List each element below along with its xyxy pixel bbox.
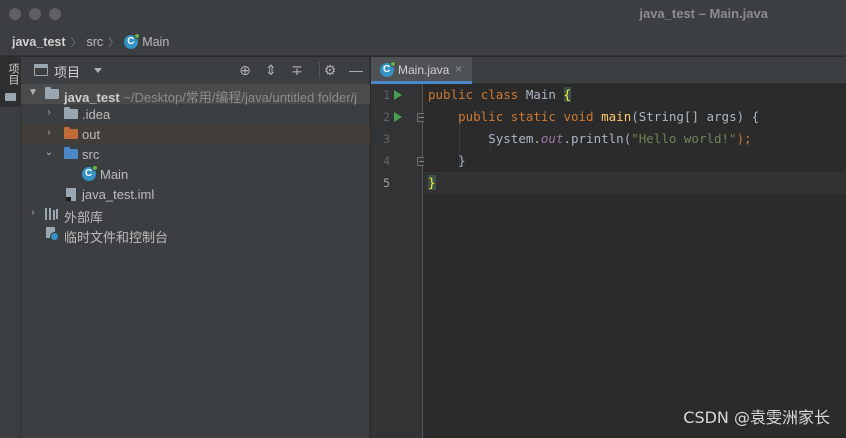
module-folder-icon — [45, 87, 59, 99]
tree-item-label: Main — [100, 167, 129, 182]
java-class-icon — [124, 32, 141, 49]
watermark: CSDN @袁雯洲家长 — [683, 408, 830, 427]
code-editor[interactable]: public class Main { public static void m… — [424, 84, 846, 438]
title-bar: java_test – Main.java — [0, 0, 846, 28]
excluded-folder-icon — [64, 127, 78, 139]
chevron-right-icon[interactable]: › — [43, 107, 55, 119]
run-main-icon[interactable] — [394, 112, 402, 122]
line-number: 2 — [383, 110, 390, 124]
tree-item-path: ~/Desktop/常用/编程/java/untitled folder/j — [123, 90, 358, 105]
breadcrumb-project[interactable]: java_test — [12, 35, 66, 49]
expand-all-icon[interactable]: ⇕ — [263, 62, 279, 78]
current-line-highlight — [424, 172, 846, 194]
tree-item-iml[interactable]: java_test.iml — [21, 184, 370, 204]
chevron-right-icon: 〉 — [70, 36, 82, 49]
scratch-icon — [45, 227, 59, 241]
source-folder-icon — [64, 147, 78, 159]
window-title: java_test – Main.java — [639, 6, 768, 21]
tab-label: Main.java — [398, 63, 450, 77]
tree-item-label: out — [82, 127, 101, 142]
tree-item-scratches[interactable]: 临时文件和控制台 — [21, 224, 370, 245]
tree-item-label: .idea — [82, 107, 111, 122]
project-panel-title[interactable]: 项目 — [54, 62, 80, 81]
chevron-down-icon[interactable] — [94, 68, 102, 73]
tree-item-src[interactable]: ⌄ src — [21, 144, 370, 164]
tree-item-label: src — [82, 147, 100, 162]
line-number: 5 — [383, 176, 390, 190]
tree-item-label: java_test.iml — [82, 187, 155, 202]
code-line-4: } — [458, 153, 466, 168]
folder-icon — [64, 107, 78, 119]
project-view-icon — [34, 64, 48, 76]
java-class-icon — [82, 165, 98, 181]
project-tool-tab[interactable]: 项目 — [0, 57, 21, 107]
line-number: 4 — [383, 154, 390, 168]
line-number: 1 — [383, 88, 390, 102]
breadcrumb-folder[interactable]: src — [87, 35, 104, 49]
breadcrumb-file[interactable]: Main — [142, 35, 169, 49]
java-class-icon — [380, 61, 396, 77]
chevron-right-icon[interactable]: › — [43, 127, 55, 139]
editor-tab-bar: Main.java × — [371, 57, 846, 84]
chevron-right-icon: 〉 — [108, 36, 120, 49]
chevron-down-icon[interactable]: ⌄ — [43, 147, 55, 159]
collapse-all-icon[interactable]: ∓ — [289, 62, 305, 78]
gear-icon[interactable]: ⚙ — [322, 62, 338, 78]
code-line-2: public static void main(String[] args) { — [458, 109, 760, 124]
tree-item-idea[interactable]: › .idea — [21, 104, 370, 124]
project-panel-header: 项目 ⊕ ⇕ ∓ ⚙ — — [21, 57, 370, 84]
project-panel: 项目 ⊕ ⇕ ∓ ⚙ — ▼ java_test ~/Desktop/常用/编程… — [21, 57, 370, 438]
breadcrumb: java_test 〉 src 〉 Main — [0, 28, 846, 56]
module-file-icon — [66, 188, 76, 201]
library-icon — [45, 208, 59, 220]
line-number: 3 — [383, 132, 390, 146]
code-line-5: } — [428, 175, 436, 190]
tree-item-java-test[interactable]: ▼ java_test ~/Desktop/常用/编程/java/untitle… — [21, 84, 370, 105]
chevron-right-icon[interactable]: › — [27, 207, 39, 219]
chevron-down-icon[interactable]: ▼ — [27, 87, 39, 99]
toolbar-divider — [319, 62, 320, 78]
tree-item-main[interactable]: Main — [21, 164, 370, 184]
editor-gutter: 1 2 3 4 5 — [371, 84, 426, 438]
code-line-1: public class Main { — [428, 87, 572, 102]
tree-item-label: 临时文件和控制台 — [64, 230, 169, 245]
locate-icon[interactable]: ⊕ — [237, 62, 253, 78]
tree-item-out[interactable]: › out — [21, 124, 370, 144]
tool-window-stripe: 项目 — [0, 57, 21, 438]
project-tool-tab-label: 项目 — [7, 63, 19, 85]
code-line-3: System.out.println("Hello world!"); — [488, 131, 752, 146]
hide-panel-icon[interactable]: — — [348, 62, 364, 78]
run-class-icon[interactable] — [394, 90, 402, 100]
tree-item-label: java_test — [64, 90, 120, 105]
close-icon[interactable]: × — [455, 62, 462, 76]
tab-main-java[interactable]: Main.java × — [371, 57, 472, 84]
folder-icon — [5, 93, 16, 101]
tree-item-external-libraries[interactable]: › 外部库 — [21, 204, 370, 225]
